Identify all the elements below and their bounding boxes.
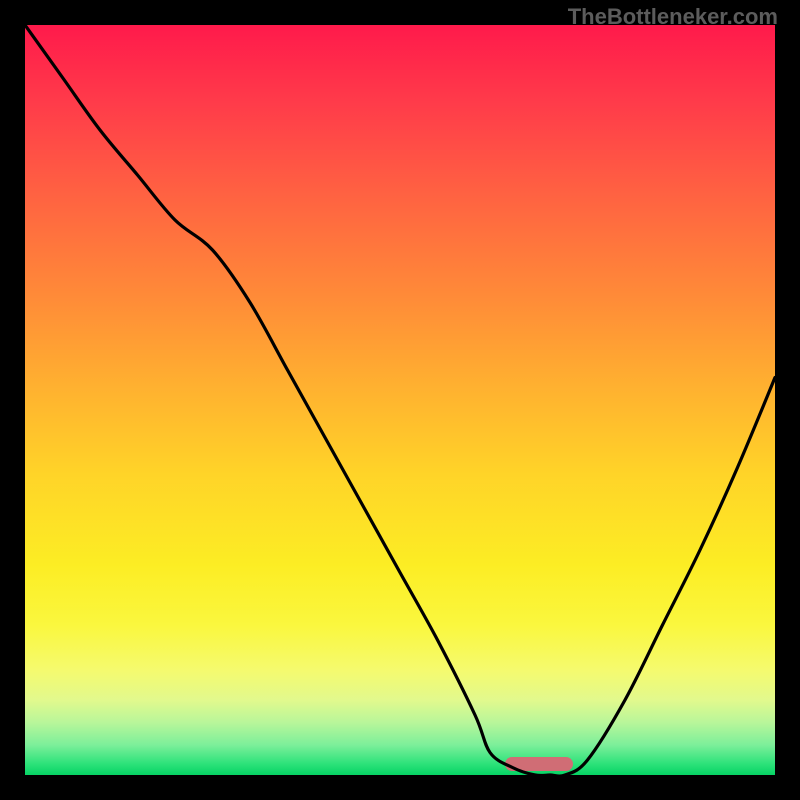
chart-container: TheBottleneker.com xyxy=(0,0,800,800)
curve-path xyxy=(25,25,775,775)
watermark-text: TheBottleneker.com xyxy=(568,4,778,30)
plot-area xyxy=(25,25,775,775)
bottleneck-curve xyxy=(25,25,775,775)
